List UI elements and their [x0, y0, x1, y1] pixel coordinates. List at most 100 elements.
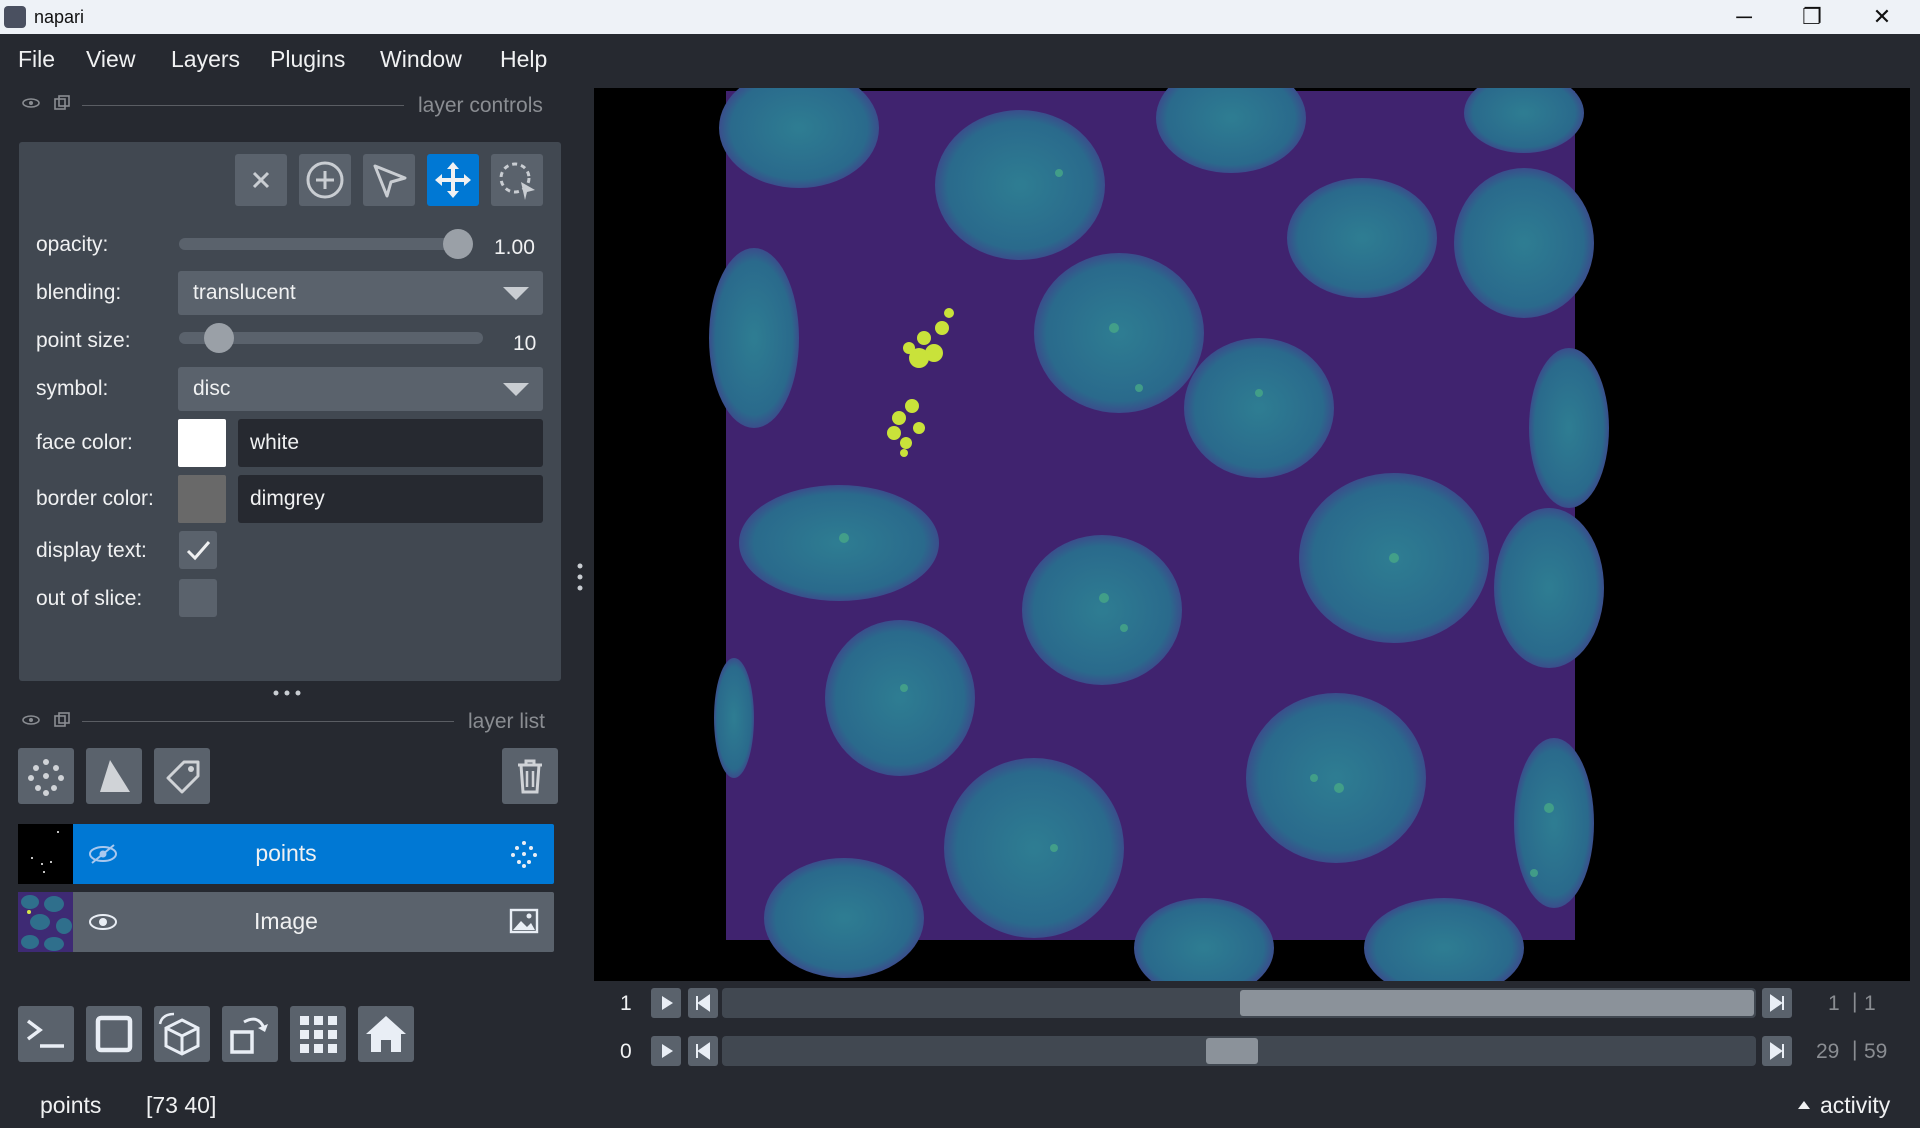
dim-slider[interactable]	[722, 1036, 1756, 1066]
play-icon	[662, 1044, 673, 1058]
close-icon	[252, 171, 270, 189]
image-layer-type-icon	[509, 908, 539, 934]
skip-back-icon	[696, 1042, 710, 1060]
square-icon	[95, 1015, 133, 1053]
pan-zoom-button[interactable]	[427, 154, 479, 206]
opacity-value: 1.00	[494, 236, 535, 259]
toggle-ndisplay-button[interactable]	[86, 1006, 142, 1062]
layer-row-points[interactable]: points	[18, 824, 554, 884]
eye-toggle-icon[interactable]	[22, 96, 40, 110]
out-of-slice-checkbox[interactable]	[179, 579, 217, 617]
point-size-label: point size:	[36, 329, 131, 352]
step-end-button[interactable]	[1762, 1036, 1792, 1066]
roll-dimensions-button[interactable]	[154, 1006, 210, 1062]
close-window-button[interactable]: ✕	[1862, 4, 1902, 30]
skip-forward-icon	[1770, 1042, 1784, 1060]
layer-name[interactable]: points	[18, 840, 554, 867]
transpose-dimensions-button[interactable]	[222, 1006, 278, 1062]
chevron-down-icon	[503, 383, 529, 396]
add-circle-icon	[306, 161, 344, 199]
layer-name[interactable]: Image	[18, 908, 554, 935]
symbol-dropdown[interactable]: disc	[178, 367, 543, 411]
delete-layer-button[interactable]	[502, 748, 558, 804]
napari-logo-icon	[4, 6, 26, 28]
opacity-slider-handle[interactable]	[443, 229, 473, 259]
menu-help[interactable]: Help	[500, 46, 547, 73]
status-layer-name: points	[40, 1092, 102, 1118]
status-bar: points [73 40] activity	[0, 1086, 1920, 1128]
dim-slider-handle[interactable]	[1206, 1038, 1258, 1064]
new-shapes-layer-button[interactable]	[86, 748, 142, 804]
skip-forward-icon	[1770, 994, 1784, 1012]
console-button[interactable]	[18, 1006, 74, 1062]
toggle-grid-button[interactable]	[290, 1006, 346, 1062]
float-panel-icon[interactable]	[54, 712, 70, 728]
face-color-swatch[interactable]	[178, 419, 226, 467]
dim-slider[interactable]	[722, 988, 1756, 1018]
delete-selected-points-button[interactable]	[235, 154, 287, 206]
new-points-layer-button[interactable]	[18, 748, 74, 804]
new-labels-layer-button[interactable]	[154, 748, 210, 804]
opacity-slider[interactable]	[179, 238, 469, 250]
menu-window[interactable]: Window	[380, 46, 462, 73]
panel-resize-handle[interactable]	[270, 688, 306, 698]
trash-icon	[518, 759, 542, 794]
float-panel-icon[interactable]	[54, 95, 70, 111]
point-size-slider-handle[interactable]	[204, 323, 234, 353]
menu-layers[interactable]: Layers	[171, 46, 240, 73]
display-text-checkbox[interactable]	[179, 531, 217, 569]
layer-list-header: layer list	[468, 710, 546, 733]
terminal-icon	[26, 1019, 64, 1048]
step-start-button[interactable]	[688, 988, 718, 1018]
step-start-button[interactable]	[688, 1036, 718, 1066]
restore-button[interactable]: ❐	[1792, 4, 1832, 30]
play-button[interactable]	[651, 1036, 681, 1066]
window-title: napari	[34, 7, 85, 27]
step-end-button[interactable]	[1762, 988, 1792, 1018]
layer-row-image[interactable]: Image	[18, 892, 554, 952]
dim-axis-label: 0	[620, 1040, 632, 1063]
add-points-button[interactable]	[299, 154, 351, 206]
divider	[82, 721, 454, 722]
rotate-icon	[230, 1017, 268, 1054]
symbol-label: symbol:	[36, 377, 109, 400]
title-bar: napari ─ ❐ ✕	[0, 0, 1920, 34]
divider	[82, 105, 404, 106]
blending-label: blending:	[36, 281, 122, 304]
border-color-label: border color:	[36, 487, 154, 510]
caret-up-icon[interactable]	[1796, 1098, 1812, 1110]
eye-toggle-icon[interactable]	[22, 713, 40, 727]
image-view[interactable]	[594, 63, 1910, 998]
cube-icon	[158, 1012, 200, 1056]
checkmark-icon	[186, 541, 211, 561]
grid-icon	[300, 1016, 337, 1053]
skip-back-icon	[696, 994, 710, 1012]
out-of-slice-label: out of slice:	[36, 587, 143, 610]
minimize-button[interactable]: ─	[1724, 4, 1764, 30]
dim-axis-label: 1	[620, 992, 632, 1015]
dim-slider-handle[interactable]	[1240, 990, 1754, 1016]
menu-file[interactable]: File	[18, 46, 55, 73]
play-icon	[662, 996, 673, 1010]
opacity-label: opacity:	[36, 233, 109, 256]
face-color-input[interactable]: white	[238, 419, 543, 467]
border-color-input[interactable]: dimgrey	[238, 475, 543, 523]
viewer-canvas[interactable]	[594, 63, 1910, 998]
dim-current: 1	[1828, 992, 1840, 1015]
status-coordinates: [73 40]	[146, 1092, 217, 1118]
play-button[interactable]	[651, 988, 681, 1018]
transform-button[interactable]	[491, 154, 543, 206]
menu-plugins[interactable]: Plugins	[270, 46, 345, 73]
dock-resize-handle[interactable]	[575, 560, 585, 596]
reset-view-button[interactable]	[358, 1006, 414, 1062]
select-points-button[interactable]	[363, 154, 415, 206]
home-icon	[366, 1016, 406, 1052]
blending-dropdown[interactable]: translucent	[178, 271, 543, 315]
chevron-down-icon	[503, 287, 529, 300]
dim-total: 59	[1864, 1040, 1888, 1063]
menu-bar: File View Layers Plugins Window Help	[0, 34, 1920, 84]
layer-controls-panel: opacity: 1.00 blending: translucent poin…	[19, 142, 561, 681]
activity-button[interactable]: activity	[1820, 1092, 1890, 1119]
border-color-swatch[interactable]	[178, 475, 226, 523]
menu-view[interactable]: View	[86, 46, 135, 73]
